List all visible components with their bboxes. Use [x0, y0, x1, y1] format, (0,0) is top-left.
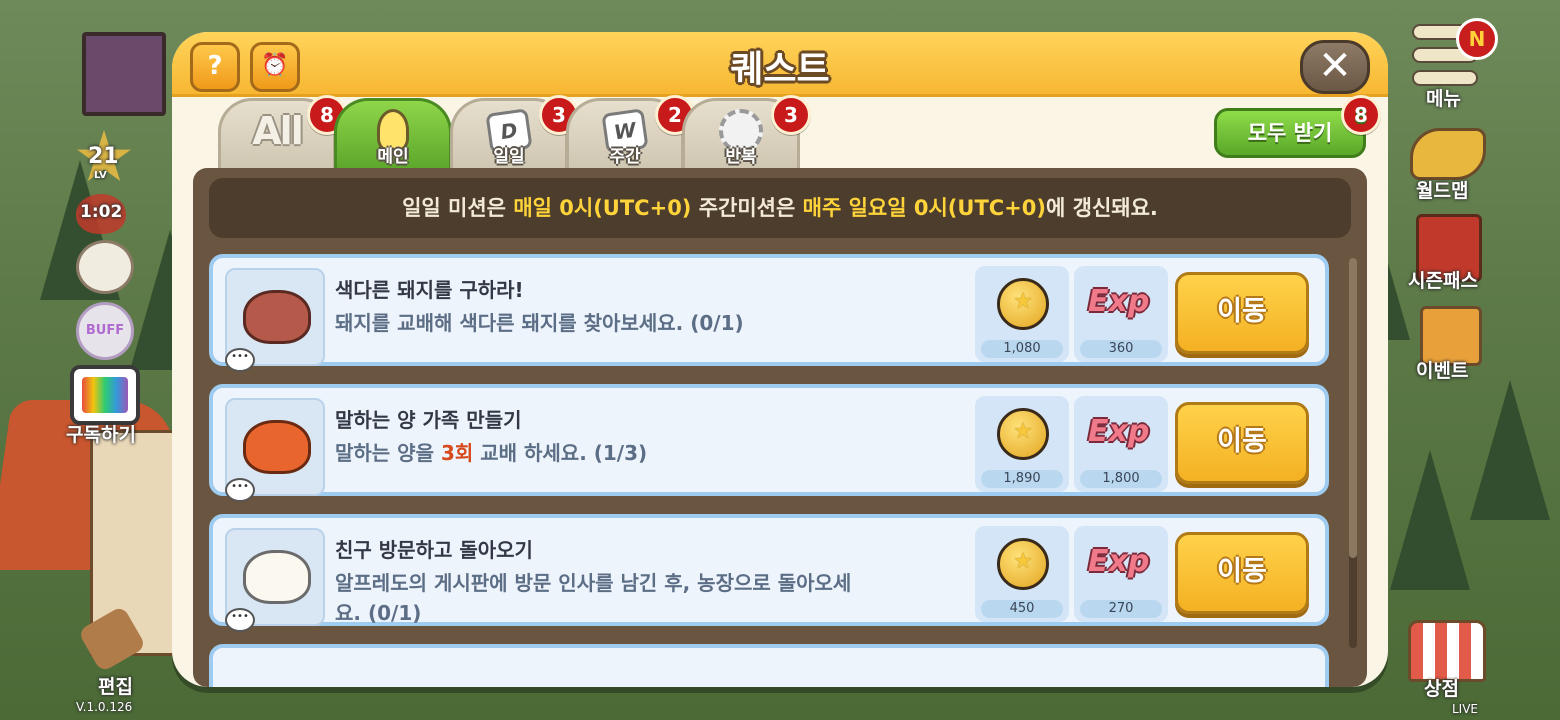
- dialog-header: ? ⏰ 퀘스트 ✕: [172, 32, 1388, 97]
- tab-all[interactable]: All 8: [218, 95, 347, 171]
- energy-timer: 1:02: [80, 202, 123, 222]
- buff-button[interactable]: BUFF: [76, 302, 134, 360]
- season-pass-label[interactable]: 시즌패스: [1408, 266, 1478, 293]
- level-number: 21: [88, 144, 119, 169]
- exp-reward: Exp 270: [1074, 526, 1168, 622]
- exp-amount: 360: [1080, 340, 1162, 358]
- quest-title: 색다른 돼지를 구하라!: [335, 278, 524, 302]
- sheep-icon: [243, 550, 311, 604]
- coin-reward: 1,890: [975, 396, 1069, 492]
- coin-icon: [997, 408, 1049, 460]
- coin-amount: 1,890: [981, 470, 1063, 488]
- level-sub: LV: [94, 170, 107, 181]
- quest-item: ••• 말하는 양 가족 만들기 말하는 양을 3회 교배 하세요. (1/3)…: [209, 384, 1329, 502]
- event-label[interactable]: 이벤트: [1416, 356, 1468, 383]
- menu-label[interactable]: 메뉴: [1426, 84, 1461, 111]
- exp-icon: Exp: [1088, 284, 1150, 319]
- quest-description: 알프레도의 게시판에 방문 인사를 남긴 후, 농장으로 돌아오세요. (0/1…: [335, 571, 852, 625]
- chat-bubble-icon[interactable]: •••: [225, 608, 255, 632]
- quest-title: 말하는 양 가족 만들기: [335, 408, 522, 432]
- quest-item: ••• 색다른 돼지를 구하라! 돼지를 교배해 색다른 돼지를 찾아보세요. …: [209, 254, 1329, 372]
- tab-repeat[interactable]: 반복 3: [682, 95, 811, 171]
- tab-weekly[interactable]: W 주간 2: [566, 95, 695, 171]
- live-label: LIVE: [1452, 702, 1479, 716]
- notice-text: 에 갱신돼요.: [1046, 196, 1158, 220]
- quest-scrollbar[interactable]: [1349, 258, 1357, 648]
- quest-item: ••• 친구 방문하고 돌아오기 알프레도의 게시판에 방문 인사를 남긴 후,…: [209, 514, 1329, 632]
- tab-main[interactable]: 메인: [334, 98, 452, 171]
- go-button[interactable]: 이동: [1175, 532, 1309, 614]
- notice-text: 주간미션은: [691, 196, 803, 220]
- quest-description: 말하는 양을 3회 교배 하세요. (1/3): [335, 438, 875, 468]
- tv-icon[interactable]: [70, 365, 140, 425]
- exp-amount: 1,800: [1080, 470, 1162, 488]
- quest-thumbnail: •••: [225, 398, 325, 502]
- quest-dialog: ? ⏰ 퀘스트 ✕ All 8 메인 D 일일 3 W 주간 2 반복 3 모두: [172, 32, 1388, 687]
- tab-daily[interactable]: D 일일 3: [450, 95, 579, 171]
- quest-description: 돼지를 교배해 색다른 돼지를 찾아보세요. (0/1): [335, 311, 744, 335]
- go-button[interactable]: 이동: [1175, 402, 1309, 484]
- desc-text: 교배 하세요. (1/3): [473, 441, 648, 465]
- tab-weekly-label: 주간: [609, 147, 641, 167]
- coin-icon: [997, 538, 1049, 590]
- tab-daily-label: 일일: [493, 147, 525, 167]
- coin-reward: 450: [975, 526, 1069, 622]
- exp-icon: Exp: [1088, 544, 1150, 579]
- exp-reward: Exp 1,800: [1074, 396, 1168, 492]
- tree: [1390, 450, 1470, 590]
- scrollbar-thumb[interactable]: [1349, 258, 1357, 558]
- quest-list-panel: 일일 미션은 매일 0시(UTC+0) 주간미션은 매주 일요일 0시(UTC+…: [193, 168, 1367, 687]
- tab-repeat-badge: 3: [771, 95, 811, 135]
- reset-notice: 일일 미션은 매일 0시(UTC+0) 주간미션은 매주 일요일 0시(UTC+…: [209, 178, 1351, 238]
- coin-reward: 1,080: [975, 266, 1069, 362]
- exp-amount: 270: [1080, 600, 1162, 618]
- desc-highlight: 3회: [440, 441, 474, 465]
- ram-icon: [243, 420, 311, 474]
- shop-label[interactable]: 상점: [1424, 674, 1459, 701]
- tab-main-label: 메인: [377, 147, 409, 167]
- chat-bubble-icon[interactable]: •••: [225, 348, 255, 372]
- version-label: V.1.0.126: [76, 700, 133, 714]
- coin-amount: 1,080: [981, 340, 1063, 358]
- claim-all-button[interactable]: 모두 받기 8: [1214, 95, 1381, 158]
- sheep-currency-icon: [76, 240, 134, 294]
- coin-amount: 450: [981, 600, 1063, 618]
- coin-icon: [997, 278, 1049, 330]
- exp-reward: Exp 360: [1074, 266, 1168, 362]
- desc-text: 말하는 양을: [335, 441, 441, 465]
- close-button[interactable]: ✕: [1300, 40, 1370, 94]
- exp-icon: Exp: [1088, 414, 1150, 449]
- tree: [1470, 380, 1550, 520]
- menu-new-badge: N: [1456, 18, 1498, 60]
- notice-text: 일일 미션은: [402, 196, 514, 220]
- claim-all-label: 모두 받기: [1247, 121, 1333, 145]
- notice-highlight: 매주 일요일 0시(UTC+0): [802, 196, 1046, 220]
- quest-item: [209, 644, 1329, 687]
- pig-icon: [243, 290, 311, 344]
- chat-bubble-icon[interactable]: •••: [225, 478, 255, 502]
- go-button[interactable]: 이동: [1175, 272, 1309, 354]
- quest-thumbnail: •••: [225, 528, 325, 632]
- dialog-title: 퀘스트: [730, 49, 830, 90]
- player-avatar[interactable]: [82, 32, 166, 116]
- tab-repeat-label: 반복: [725, 147, 757, 167]
- world-map-label[interactable]: 월드맵: [1416, 176, 1468, 203]
- edit-label[interactable]: 편집: [98, 672, 133, 699]
- shop-icon[interactable]: [1408, 620, 1486, 682]
- quest-title: 친구 방문하고 돌아오기: [335, 538, 533, 562]
- airplane-icon[interactable]: [1410, 128, 1486, 180]
- notice-highlight: 매일 0시(UTC+0): [513, 196, 692, 220]
- quest-thumbnail: •••: [225, 268, 325, 372]
- subscribe-label[interactable]: 구독하기: [66, 420, 136, 447]
- claim-all-badge: 8: [1341, 95, 1381, 135]
